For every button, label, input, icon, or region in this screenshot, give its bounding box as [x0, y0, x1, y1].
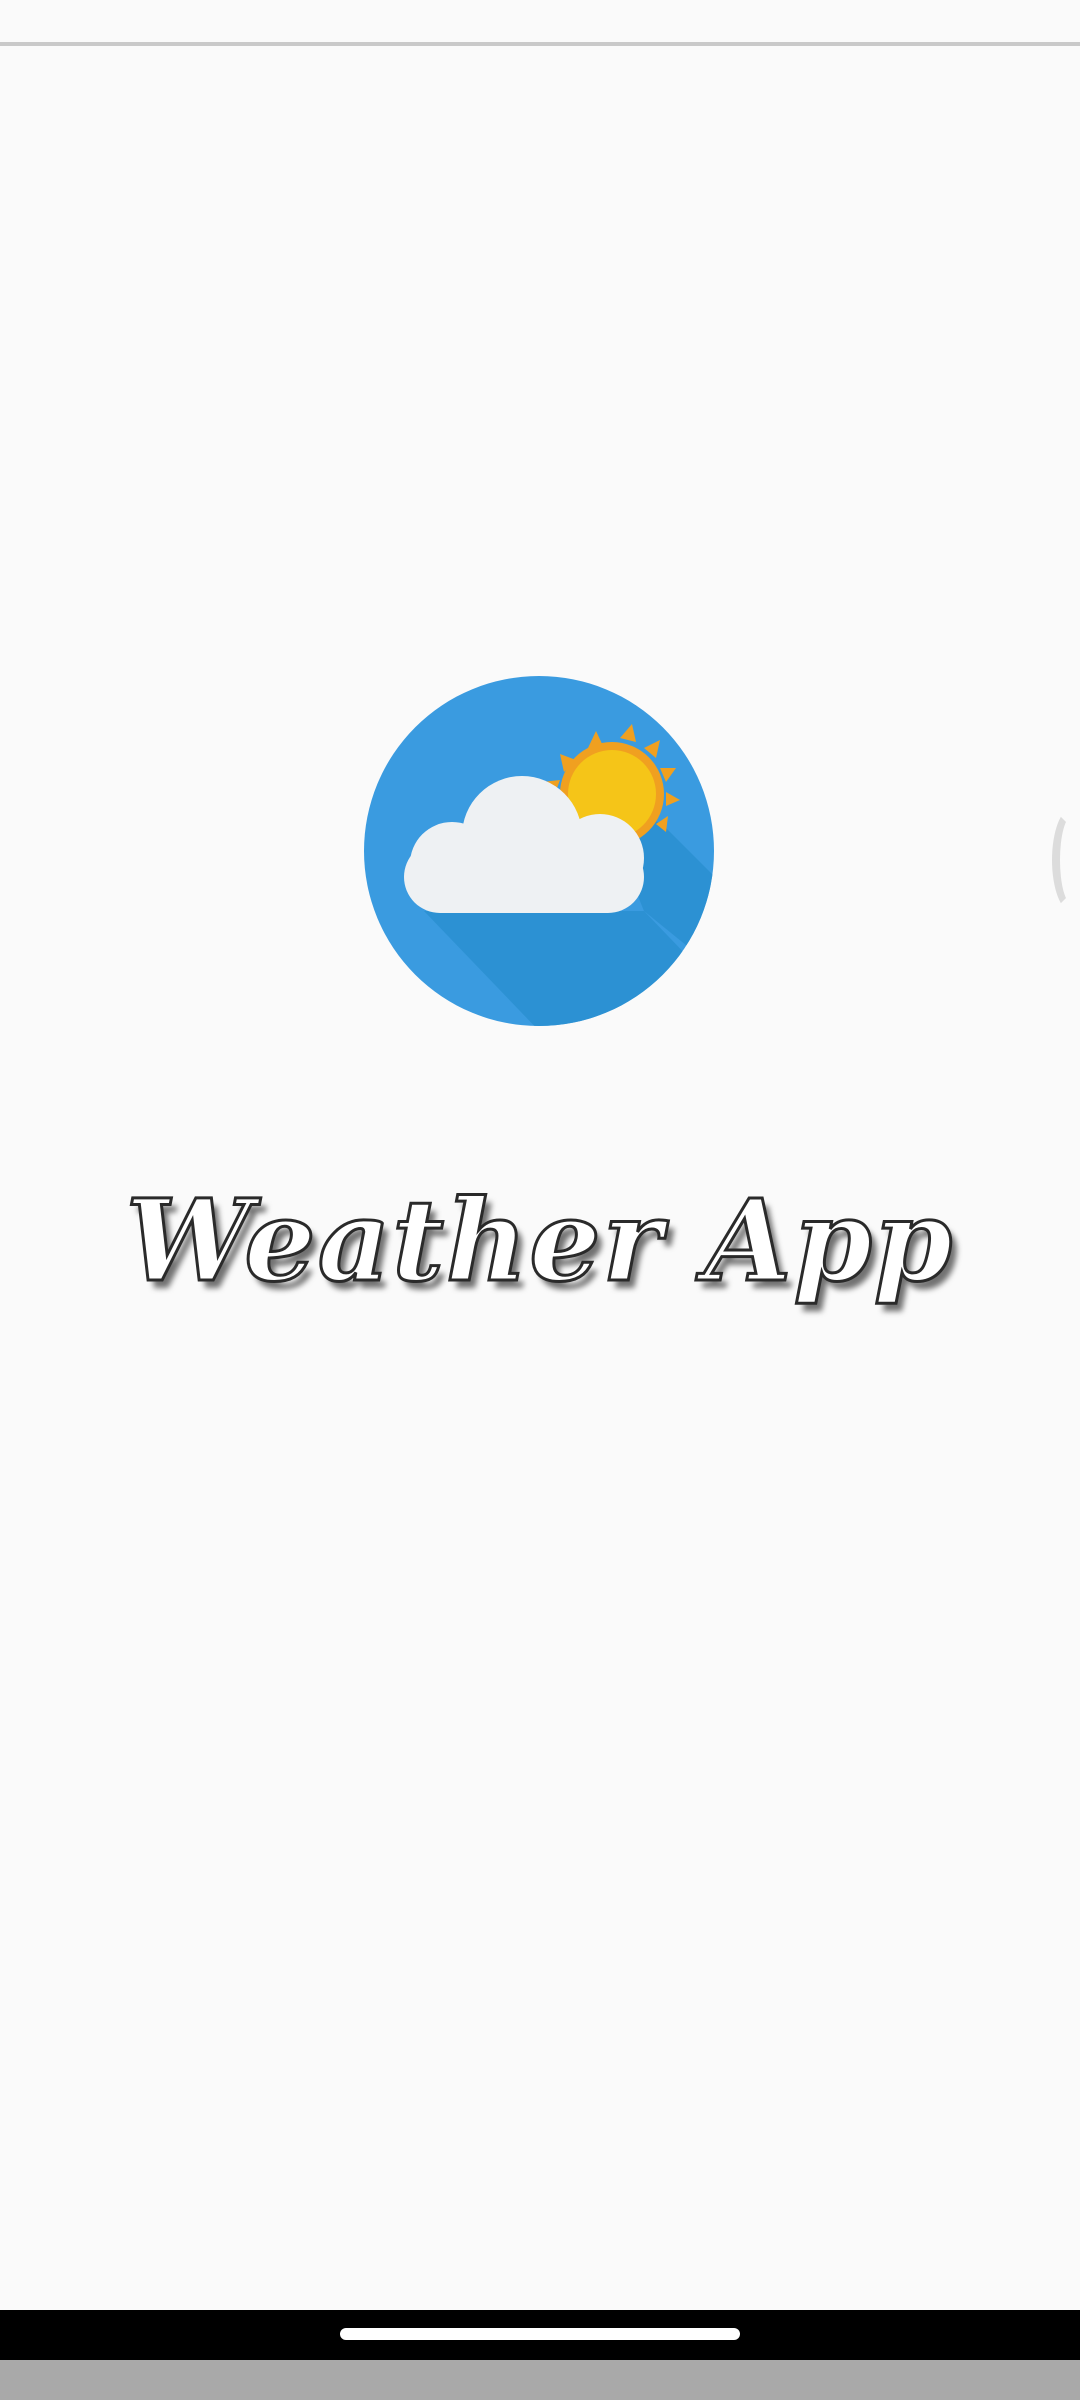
status-bar-divider	[0, 42, 1080, 46]
navigation-bar	[0, 2310, 1080, 2360]
app-title: Weather App	[124, 1174, 955, 1308]
home-handle-icon[interactable]	[340, 2328, 740, 2340]
edge-swipe-indicator	[1052, 808, 1080, 912]
weather-logo-icon	[364, 676, 714, 1026]
splash-screen: Weather App	[0, 0, 1080, 2400]
bottom-strip	[0, 2360, 1080, 2400]
